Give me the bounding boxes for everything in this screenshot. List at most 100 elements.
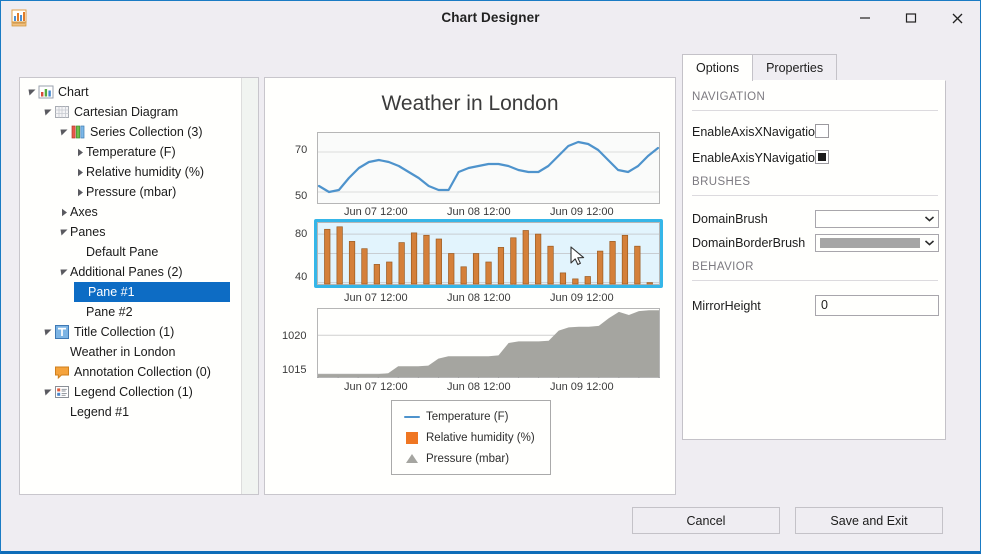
- legend-label: Relative humidity (%): [426, 431, 535, 444]
- checkbox-enable-axis-x-navigation[interactable]: [815, 124, 829, 138]
- expand-twisty-icon[interactable]: [74, 182, 86, 202]
- tree-node-legend-1[interactable]: Legend #1: [20, 402, 240, 422]
- window-controls: [842, 1, 980, 35]
- x-tick-0: Jun 07 12:00: [344, 206, 408, 218]
- tree-node-label: Legend #1: [70, 405, 130, 419]
- tree-node-label: Panes: [70, 225, 106, 239]
- tree-node-pane-1[interactable]: Pane #1: [74, 282, 230, 302]
- pane-relative-humidity[interactable]: [314, 219, 663, 288]
- tree-node-label: Title Collection (1): [74, 325, 175, 339]
- pane-pressure[interactable]: [317, 308, 660, 378]
- tab-options[interactable]: Options: [682, 54, 754, 81]
- tree-node-pressure-mbar[interactable]: Pressure (mbar): [20, 182, 240, 202]
- tree-node-label: Pane #1: [88, 285, 135, 299]
- y-tick-humidity-80: 80: [295, 228, 308, 240]
- section-header-navigation: NAVIGATION: [692, 91, 766, 103]
- tree-node-cartesian-diagram[interactable]: Cartesian Diagram: [20, 102, 240, 122]
- options-tabs: Options Properties: [682, 54, 838, 81]
- tree-node-temperature-f[interactable]: Temperature (F): [20, 142, 240, 162]
- tree-node-label: Relative humidity (%): [86, 165, 205, 179]
- expand-twisty-icon[interactable]: [74, 142, 86, 162]
- collapse-twisty-icon[interactable]: [42, 382, 54, 402]
- tree-node-series-collection-3[interactable]: Series Collection (3): [20, 122, 240, 142]
- tree-node-annotation-collection-0[interactable]: Annotation Collection (0): [20, 362, 240, 382]
- section-rule: [692, 280, 938, 281]
- label-mirror-height: MirrorHeight: [692, 299, 761, 313]
- twisty-placeholder: [76, 282, 88, 302]
- expand-twisty-icon[interactable]: [58, 202, 70, 222]
- tree-node-axes[interactable]: Axes: [20, 202, 240, 222]
- object-tree-panel: Chart Cartesian Diagram Series Collection …: [19, 77, 259, 495]
- x-tick-0: Jun 07 12:00: [344, 292, 408, 304]
- chevron-down-icon: [920, 235, 938, 251]
- collapse-twisty-icon[interactable]: [42, 102, 54, 122]
- domain-brush-swatch: [820, 214, 920, 224]
- legend-item-temperature: Temperature (F): [392, 406, 550, 427]
- section-rule: [692, 110, 938, 111]
- tree-node-legend-collection-1[interactable]: Legend Collection (1): [20, 382, 240, 402]
- tab-label: Properties: [766, 61, 824, 75]
- close-button[interactable]: [934, 1, 980, 35]
- chart-title: Weather in London: [381, 92, 559, 115]
- collapse-twisty-icon[interactable]: [58, 122, 70, 142]
- x-tick-2: Jun 09 12:00: [550, 206, 614, 218]
- tree-node-weather-in-london[interactable]: Weather in London: [20, 342, 240, 362]
- x-tick-1: Jun 08 12:00: [447, 206, 511, 218]
- collapse-twisty-icon[interactable]: [58, 262, 70, 282]
- legend-label: Pressure (mbar): [426, 452, 510, 465]
- tree-node-label: Pane #2: [86, 305, 133, 319]
- tree-node-label: Temperature (F): [86, 145, 176, 159]
- tree-node-title-collection-1[interactable]: Title Collection (1): [20, 322, 240, 342]
- combo-domain-border-brush[interactable]: [815, 234, 939, 252]
- y-tick-pressure-1020: 1020: [282, 330, 307, 342]
- tree-node-label: Legend Collection (1): [74, 385, 193, 399]
- tree-node-default-pane[interactable]: Default Pane: [20, 242, 240, 262]
- legend-item-pressure: Pressure (mbar): [392, 448, 550, 469]
- twisty-placeholder: [42, 362, 54, 382]
- cancel-button[interactable]: Cancel: [632, 507, 780, 534]
- tree-node-label: Additional Panes (2): [70, 265, 183, 279]
- chart-legend[interactable]: Temperature (F) Relative humidity (%) Pr…: [391, 400, 551, 475]
- tree-node-label: Annotation Collection (0): [74, 365, 211, 379]
- domain-border-brush-swatch: [820, 238, 920, 248]
- collapse-twisty-icon[interactable]: [42, 322, 54, 342]
- checkbox-enable-axis-y-navigation[interactable]: [815, 150, 829, 164]
- tree-node-label: Cartesian Diagram: [74, 105, 179, 119]
- twisty-placeholder: [74, 242, 86, 262]
- input-mirror-height[interactable]: 0: [815, 295, 939, 316]
- tree-node-chart[interactable]: Chart: [20, 82, 240, 102]
- y-tick-temp-50: 50: [295, 190, 308, 202]
- tree-node-additional-panes-2[interactable]: Additional Panes (2): [20, 262, 240, 282]
- section-header-brushes: BRUSHES: [692, 176, 751, 188]
- label-domain-brush: DomainBrush: [692, 212, 768, 226]
- annotation-icon: [54, 364, 70, 380]
- x-tick-2: Jun 09 12:00: [550, 292, 614, 304]
- legend-item-humidity: Relative humidity (%): [392, 427, 550, 448]
- title-bar: Chart Designer: [1, 1, 980, 35]
- save-and-exit-button[interactable]: Save and Exit: [795, 507, 943, 534]
- collapse-twisty-icon[interactable]: [58, 222, 70, 242]
- y-tick-humidity-40: 40: [295, 271, 308, 283]
- x-tick-1: Jun 08 12:00: [447, 381, 511, 393]
- options-tab-body: NAVIGATION EnableAxisXNavigation EnableA…: [682, 80, 946, 440]
- minimize-button[interactable]: [842, 1, 888, 35]
- pane-temperature[interactable]: [317, 132, 660, 204]
- series-bars-icon: [70, 124, 86, 140]
- tree-scrollbar[interactable]: [241, 78, 258, 494]
- collapse-twisty-icon[interactable]: [26, 82, 38, 102]
- tree-node-panes[interactable]: Panes: [20, 222, 240, 242]
- chart-bars-icon: [38, 84, 54, 100]
- twisty-placeholder: [58, 402, 70, 422]
- chart-preview-panel: Weather in London 70 50 Jun 07 12:00 Jun…: [264, 77, 676, 495]
- maximize-button[interactable]: [888, 1, 934, 35]
- label-domain-border-brush: DomainBorderBrush: [692, 236, 806, 250]
- legend-label: Temperature (F): [426, 410, 509, 423]
- line-marker: [404, 412, 420, 422]
- tree-node-label: Series Collection (3): [90, 125, 203, 139]
- expand-twisty-icon[interactable]: [74, 162, 86, 182]
- tree-node-relative-humidity[interactable]: Relative humidity (%): [20, 162, 240, 182]
- combo-domain-brush[interactable]: [815, 210, 939, 228]
- tree-node-pane-2[interactable]: Pane #2: [20, 302, 240, 322]
- tab-properties[interactable]: Properties: [753, 54, 838, 81]
- title-t-icon: [54, 324, 70, 340]
